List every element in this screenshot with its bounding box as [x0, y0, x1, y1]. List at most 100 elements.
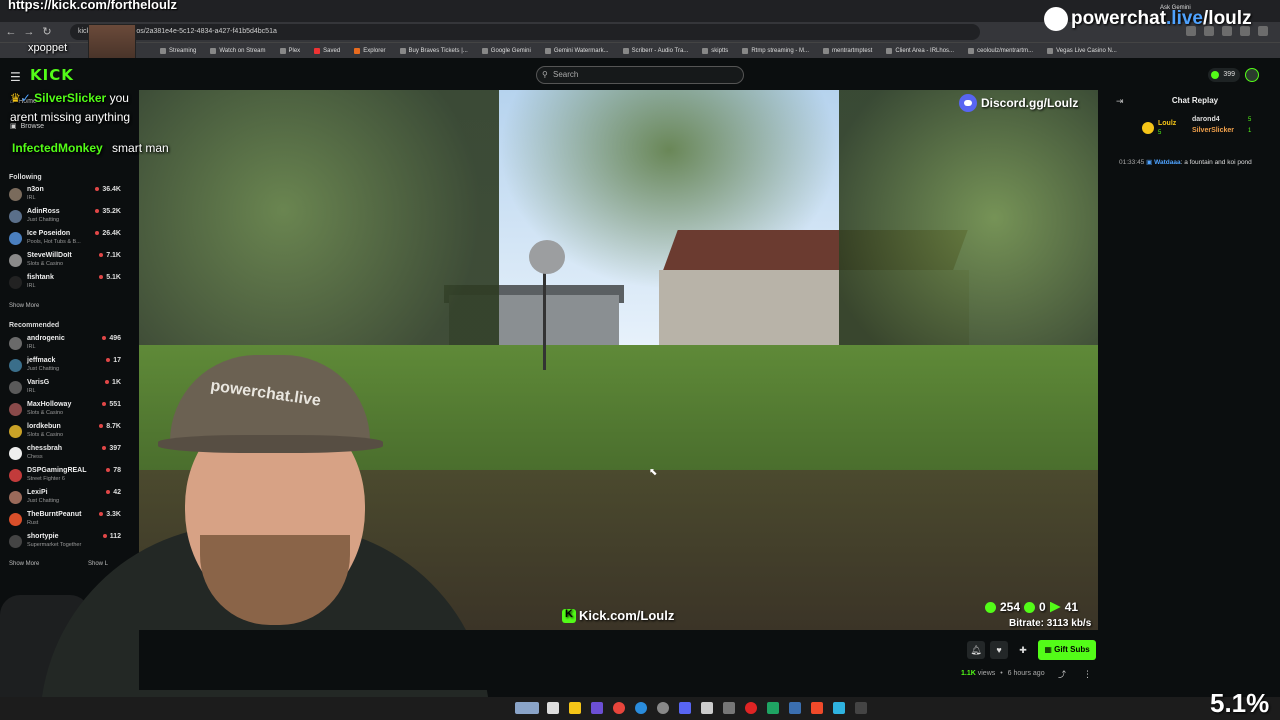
follow-heart-icon[interactable]: ♥: [990, 641, 1008, 659]
overlay-chat-line: ♛✓ SilverSlicker you: [10, 91, 129, 105]
bookmark[interactable]: mentrartmptest: [823, 47, 872, 54]
show-more-following[interactable]: Show More: [9, 303, 39, 309]
badge-icon: ▣: [1146, 159, 1153, 166]
reload-icon[interactable]: ↻: [40, 25, 54, 39]
taskbar-app-icon[interactable]: [591, 702, 603, 714]
bookmark[interactable]: Vegas Live Casino N...: [1047, 47, 1117, 54]
video-meta: 1.1K views • 6 hours ago: [961, 670, 1045, 677]
channel-avatar: [9, 232, 22, 245]
extension-icon[interactable]: [1258, 26, 1268, 36]
chrome-icon[interactable]: [613, 702, 625, 714]
channel-category: IRL: [27, 283, 36, 289]
leaderboard-name[interactable]: Loulz: [1158, 120, 1176, 127]
back-icon[interactable]: ←: [4, 25, 18, 39]
webcam-cap-brim: [158, 435, 383, 453]
channel-viewers: 35.2K: [95, 208, 121, 215]
sidebar-channel[interactable]: DSPGamingREAL Street Fighter 6 78: [9, 467, 121, 487]
bookmark[interactable]: Google Gemini: [481, 47, 531, 54]
bookmark[interactable]: Rtmp streaming - M...: [742, 47, 809, 54]
sidebar-channel[interactable]: LexiPi Just Chatting 42: [9, 489, 121, 509]
sidebar-channel[interactable]: shortypie Supermarket Together 112: [9, 533, 121, 553]
stream-stats: 254 0 41: [985, 600, 1078, 614]
bookmark-icon: [279, 47, 286, 54]
taskbar-app-icon[interactable]: [701, 702, 713, 714]
following-title: Following: [9, 174, 42, 181]
channel-category: Supermarket Together: [27, 542, 82, 548]
powerchat-overlay: powerchat.live/loulz: [1044, 7, 1252, 31]
meta-separator: •: [1000, 670, 1003, 677]
folder-icon[interactable]: [569, 702, 581, 714]
leaderboard-count: 1: [1248, 128, 1252, 134]
channel-viewers: 496: [102, 335, 121, 342]
bookmark[interactable]: ceoloulz/mentrartm...: [968, 47, 1033, 54]
chat-message: 01:33:45 ▣ Watdaaa: a fountain and koi p…: [1119, 158, 1259, 168]
sidebar-channel[interactable]: jeffmack Just Chatting 17: [9, 357, 121, 377]
channel-category: IRL: [27, 388, 36, 394]
channel-name: Ice Poseidon: [27, 230, 71, 237]
sidebar-channel[interactable]: chessbrah Chess 397: [9, 445, 121, 465]
bookmark[interactable]: Client Area - IRLhos...: [886, 47, 954, 54]
sidebar-channel[interactable]: lordkebun Slots & Casino 8.7K: [9, 423, 121, 443]
sidebar-channel[interactable]: SteveWillDoIt Slots & Casino 7.1K: [9, 252, 121, 272]
taskbar-app-icon[interactable]: [635, 702, 647, 714]
gift-leaderboard: Loulz 5 darond4 5 SilverSlicker 1: [1140, 116, 1260, 146]
brave-icon[interactable]: [811, 702, 823, 714]
channel-avatar: [9, 513, 22, 526]
obs-icon[interactable]: [745, 702, 757, 714]
sidebar-channel[interactable]: MaxHolloway Slots & Casino 551: [9, 401, 121, 421]
channel-avatar: [9, 254, 22, 267]
taskbar-app-icon[interactable]: [723, 702, 735, 714]
sidebar-channel[interactable]: Ice Poseidon Pools, Hot Tubs & B... 26.4K: [9, 230, 121, 250]
bookmark[interactable]: Gemini Watermark...: [544, 47, 609, 54]
discord-overlay: Discord.gg/Loulz: [959, 94, 1078, 112]
clip-icon[interactable]: ✚: [1014, 641, 1032, 659]
notification-bell-icon[interactable]: 🔔︎: [967, 641, 985, 659]
menu-icon[interactable]: ☰: [10, 70, 21, 84]
bookmark[interactable]: Plex: [279, 47, 300, 54]
more-options-icon[interactable]: ⋮: [1083, 669, 1092, 680]
taskbar-app-icon[interactable]: [547, 702, 559, 714]
bookmark[interactable]: Explorer: [354, 47, 386, 54]
sidebar-channel[interactable]: fishtank IRL 5.1K: [9, 274, 121, 294]
sidebar-channel[interactable]: androgenic IRL 496: [9, 335, 121, 355]
address-bar[interactable]: kick.com/loulz/videos/2a381e4e-5c12-4834…: [70, 24, 980, 40]
overlay-url-text: https://kick.com/fortheloulz: [8, 0, 178, 12]
taskbar-app-icon[interactable]: [767, 702, 779, 714]
kick-logo[interactable]: KICK: [30, 66, 74, 84]
gift-icon: ▦: [1044, 645, 1052, 654]
search-input[interactable]: ⚲ Search: [536, 66, 744, 84]
sidebar-channel[interactable]: TheBurntPeanut Rust 3.3K: [9, 511, 121, 531]
powerchat-icon: [1044, 7, 1068, 31]
chat-username[interactable]: Watdaaa: [1154, 159, 1181, 166]
sidebar-channel[interactable]: n3on IRL 36.4K: [9, 186, 121, 206]
channel-name: AdinRoss: [27, 208, 60, 215]
leaderboard-name[interactable]: SilverSlicker: [1192, 127, 1234, 134]
share-icon[interactable]: ⤴: [1058, 669, 1066, 680]
overlay-xpoppet: xpoppet: [28, 42, 68, 54]
bookmark[interactable]: Saved: [314, 47, 340, 54]
taskbar-app-icon[interactable]: [789, 702, 801, 714]
bookmark[interactable]: skiptts: [702, 47, 728, 54]
discord-taskbar-icon[interactable]: [679, 702, 691, 714]
forward-icon[interactable]: →: [22, 25, 36, 39]
search-icon: ⚲: [542, 70, 548, 79]
taskbar-app-icon[interactable]: [833, 702, 845, 714]
channel-category: Pools, Hot Tubs & B...: [27, 239, 81, 245]
terminal-icon[interactable]: [855, 702, 867, 714]
channel-viewers: 36.4K: [95, 186, 121, 193]
taskbar-app-icon[interactable]: [657, 702, 669, 714]
leaderboard-name[interactable]: darond4: [1192, 116, 1220, 123]
channel-viewers: 5.1K: [99, 274, 121, 281]
taskbar-app-icon[interactable]: [515, 702, 539, 714]
bookmark[interactable]: Buy Braves Tickets |...: [399, 47, 468, 54]
bookmark[interactable]: Watch on Stream: [210, 47, 266, 54]
bookmark[interactable]: Streaming: [160, 47, 196, 54]
channel-avatar: [9, 403, 22, 416]
sidebar-channel[interactable]: VarisG IRL 1K: [9, 379, 121, 399]
user-avatar[interactable]: [1245, 68, 1259, 82]
points-badge[interactable]: 399: [1208, 68, 1240, 82]
sidebar-channel[interactable]: AdinRoss Just Chatting 35.2K: [9, 208, 121, 228]
collapse-chat-icon[interactable]: ⇥: [1116, 96, 1124, 107]
bookmark[interactable]: Scriberr - Audio Tra...: [622, 47, 688, 54]
gift-subs-button[interactable]: ▦ Gift Subs: [1038, 640, 1096, 660]
